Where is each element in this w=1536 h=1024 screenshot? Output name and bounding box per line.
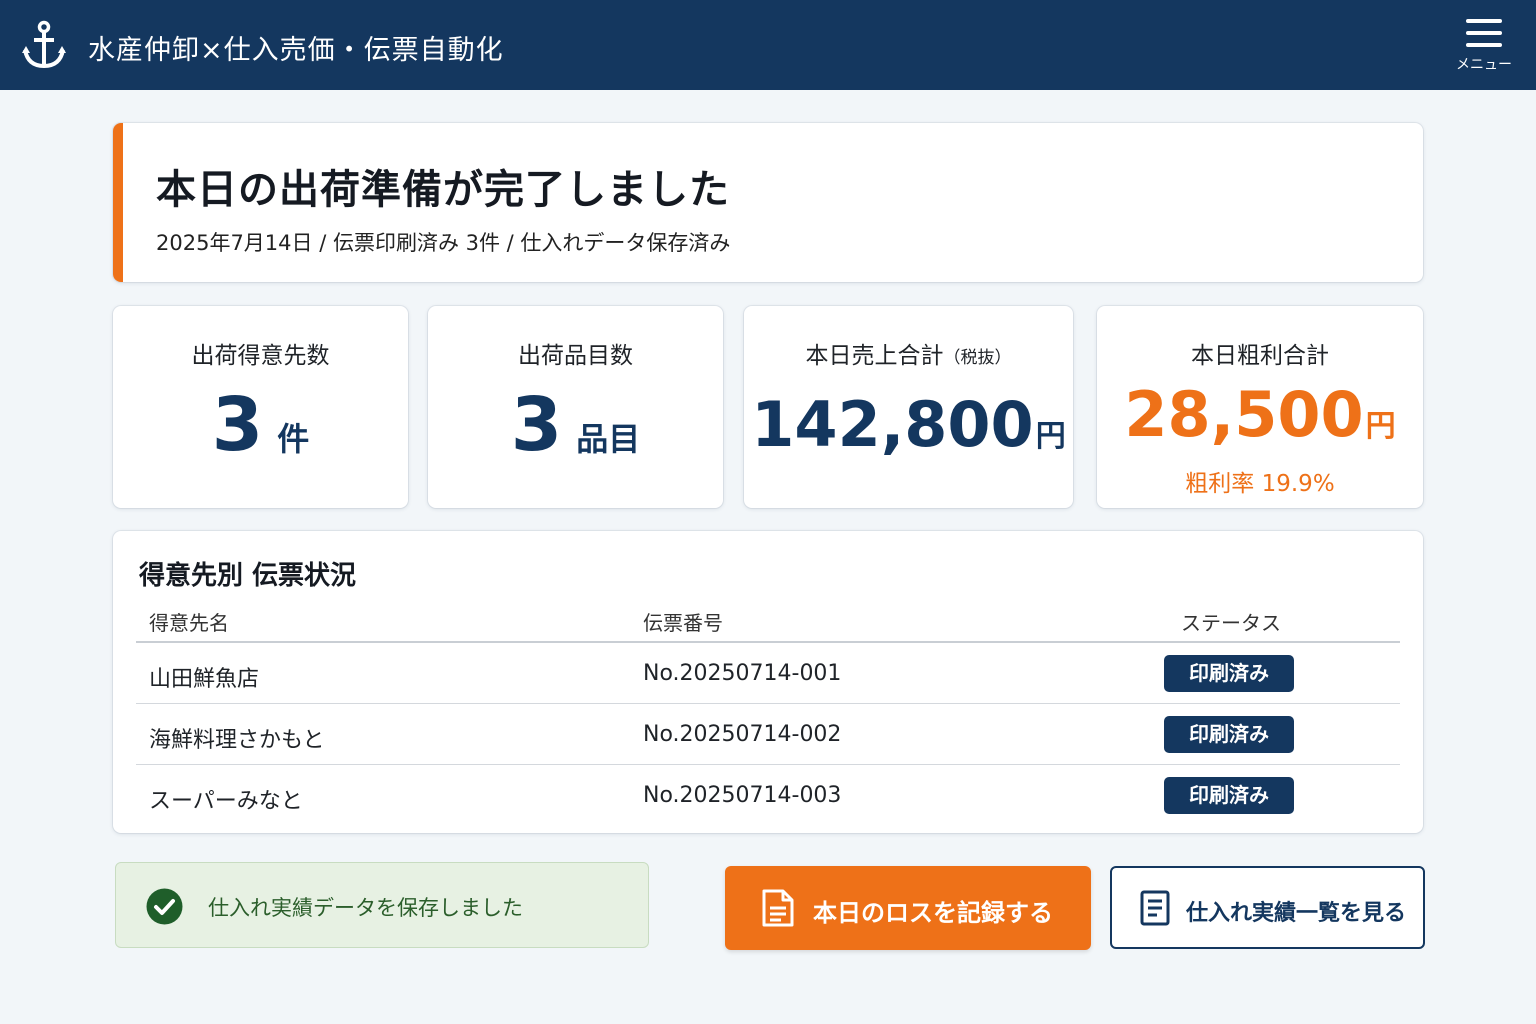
menu-button[interactable]: メニュー — [1452, 14, 1516, 78]
customer-name: スーパーみなと — [149, 789, 303, 814]
header-slip: 伝票番号 — [643, 611, 723, 635]
customer-name: 海鮮料理さかもと — [149, 728, 325, 753]
slip-number: No.20250714-002 — [643, 722, 842, 747]
stat-number: 3 — [510, 382, 563, 468]
stat-card-sales: 本日売上合計（税抜） 142,800円 — [744, 306, 1073, 508]
profit-margin: 粗利率 19.9% — [1185, 471, 1335, 497]
hamburger-icon — [1466, 19, 1502, 47]
table-row[interactable]: 山田鮮魚店 No.20250714-001 印刷済み — [136, 643, 1400, 704]
status-badge: 印刷済み — [1164, 655, 1294, 692]
stat-label: 出荷得意先数 — [191, 343, 330, 369]
table-title: 得意先別 伝票状況 — [139, 561, 357, 591]
document-icon — [762, 889, 794, 927]
stat-unit: 品目 — [576, 420, 641, 458]
slip-number: No.20250714-003 — [643, 783, 842, 808]
stat-label: 本日粗利合計 — [1191, 343, 1329, 369]
banner-accent-bar — [113, 123, 123, 282]
header-status: ステータス — [1181, 611, 1281, 635]
stat-unit: 円 — [1365, 409, 1396, 444]
success-message: 仕入れ実績データを保存しました — [208, 896, 523, 920]
record-loss-button[interactable]: 本日のロスを記録する — [725, 866, 1091, 950]
record-loss-label: 本日のロスを記録する — [813, 899, 1053, 927]
list-document-icon — [1140, 890, 1170, 926]
completion-banner: 本日の出荷準備が完了しました 2025年7月14日 / 伝票印刷済み 3件 / … — [113, 123, 1423, 282]
menu-label: メニュー — [1456, 57, 1512, 73]
stat-unit: 件 — [277, 420, 310, 458]
stat-value: 3 品目 — [428, 382, 723, 468]
stat-number: 3 — [211, 382, 264, 468]
slip-table: 得意先名 伝票番号 ステータス 山田鮮魚店 No.20250714-001 印刷… — [136, 603, 1400, 826]
stat-label: 本日売上合計（税抜） — [744, 336, 1073, 370]
stat-value: 142,800円 — [744, 388, 1073, 461]
customer-name: 山田鮮魚店 — [149, 667, 260, 692]
stat-value: 3件 — [113, 382, 408, 468]
app-header: 水産仲卸×仕入売価・伝票自動化 メニュー — [0, 0, 1536, 90]
table-row[interactable]: スーパーみなと No.20250714-003 印刷済み — [136, 765, 1400, 826]
anchor-icon — [22, 20, 66, 69]
status-badge: 印刷済み — [1164, 777, 1294, 814]
save-success-notice: 仕入れ実績データを保存しました — [115, 862, 649, 948]
banner-title: 本日の出荷準備が完了しました — [156, 167, 730, 213]
status-badge: 印刷済み — [1164, 716, 1294, 753]
stat-number: 142,800 — [751, 388, 1034, 461]
slip-number: No.20250714-001 — [643, 661, 842, 686]
header-customer: 得意先名 — [149, 611, 229, 635]
stat-label-note: （税抜） — [943, 348, 1012, 368]
purchase-list-button[interactable]: 仕入れ実績一覧を見る — [1110, 866, 1425, 949]
slip-status-card: 得意先別 伝票状況 得意先名 伝票番号 ステータス 山田鮮魚店 No.20250… — [113, 531, 1423, 833]
table-header: 得意先名 伝票番号 ステータス — [136, 603, 1400, 643]
purchase-list-label: 仕入れ実績一覧を見る — [1186, 901, 1407, 926]
banner-subtitle: 2025年7月14日 / 伝票印刷済み 3件 / 仕入れデータ保存済み — [156, 231, 731, 255]
stat-label-text: 本日売上合計 — [805, 343, 944, 369]
stat-value: 28,500円 — [1097, 378, 1423, 451]
table-row[interactable]: 海鮮料理さかもと No.20250714-002 印刷済み — [136, 704, 1400, 765]
stat-label: 出荷品目数 — [518, 343, 633, 369]
app-title: 水産仲卸×仕入売価・伝票自動化 — [88, 35, 504, 66]
stat-unit: 円 — [1035, 419, 1066, 454]
stat-number: 28,500 — [1124, 378, 1364, 451]
stat-card-profit: 本日粗利合計 28,500円 粗利率 19.9% — [1097, 306, 1423, 508]
check-circle-icon — [146, 888, 183, 925]
stat-card-items: 出荷品目数 3 品目 — [428, 306, 723, 508]
stat-card-customers: 出荷得意先数 3件 — [113, 306, 408, 508]
